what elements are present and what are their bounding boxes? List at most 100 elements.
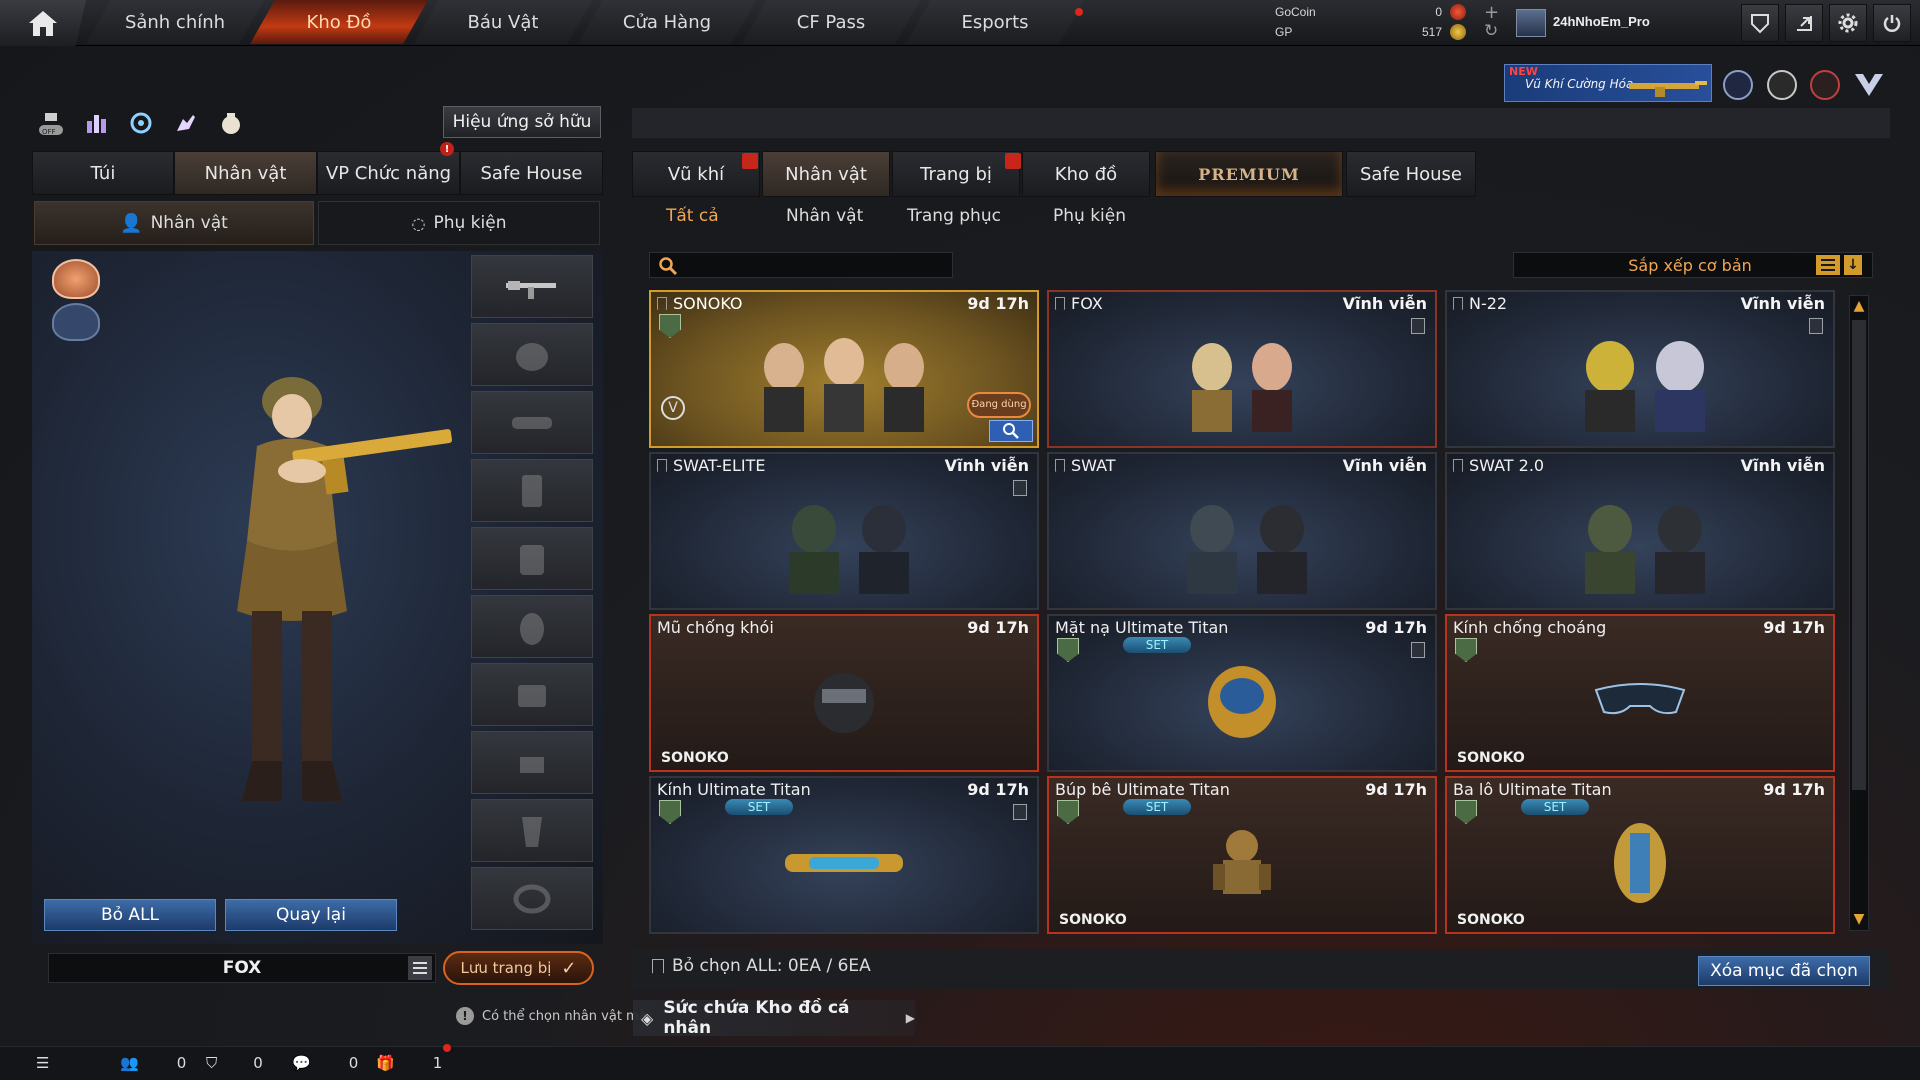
refresh-currency-icon[interactable]: ↻ <box>1484 21 1498 41</box>
promo-banner[interactable]: NEW Vũ Khí Cường Hóa <box>1504 64 1712 102</box>
preset-name-field[interactable]: FOX <box>48 953 436 983</box>
search-input[interactable] <box>649 252 953 278</box>
filter-character[interactable]: Nhân vật <box>786 206 863 234</box>
v-logo-icon[interactable] <box>1853 70 1885 100</box>
item-name: Kính chống choáng <box>1453 618 1607 637</box>
username[interactable]: 24hNhoEm_Pro <box>1553 14 1650 29</box>
delete-selected-button[interactable]: Xóa mục đã chọn <box>1698 956 1870 986</box>
secondary-class-icon[interactable] <box>52 303 100 341</box>
slot-ring[interactable] <box>471 867 593 930</box>
back-button[interactable]: Quay lại <box>225 899 397 931</box>
slot-helmet[interactable] <box>471 323 593 386</box>
event-icon-1[interactable] <box>1723 70 1753 100</box>
bag-button[interactable] <box>214 108 248 138</box>
item-card-flash-goggles[interactable]: Kính chống choáng 9d 17h SONOKO <box>1445 614 1835 772</box>
slot-vest[interactable] <box>471 459 593 522</box>
chat-counter[interactable]: 💬 0 <box>292 1050 358 1076</box>
character-pair-art <box>1585 340 1705 432</box>
slot-goggles[interactable] <box>471 391 593 454</box>
chat-icon: 💬 <box>292 1054 311 1072</box>
clear-all-button[interactable]: Bỏ ALL <box>44 899 216 931</box>
scroll-thumb[interactable] <box>1852 320 1866 790</box>
item-card-swat-2[interactable]: SWAT 2.0 Vĩnh viễn <box>1445 452 1835 610</box>
nav-tab-lobby[interactable]: Sảnh chính <box>86 0 264 44</box>
item-duration: 9d 17h <box>1365 618 1427 637</box>
right-tab-character[interactable]: Nhân vật <box>762 151 890 197</box>
helmet-icon <box>516 342 548 371</box>
slot-weapon[interactable] <box>471 255 593 318</box>
character-pair-art <box>1585 504 1705 594</box>
item-card-titan-doll[interactable]: Búp bê Ultimate Titan 9d 17h SET SONOKO <box>1047 776 1437 934</box>
subtab-character[interactable]: 👤 Nhân vật <box>34 201 314 245</box>
subtab-accessory[interactable]: ◌ Phụ kiện <box>318 201 600 245</box>
storage-capacity-button[interactable]: ◈ Sức chứa Kho đồ cá nhân ▶ <box>633 998 915 1038</box>
save-equipment-button[interactable]: Lưu trang bị ✓ <box>443 951 594 985</box>
item-card-fox[interactable]: FOX Vĩnh viễn <box>1047 290 1437 448</box>
stats-button[interactable] <box>80 108 114 138</box>
scroll-down-icon[interactable]: ▼ <box>1849 909 1869 929</box>
item-card-titan-backpack[interactable]: Ba lô Ultimate Titan 9d 17h SET SONOKO <box>1445 776 1835 934</box>
item-card-smoke-helmet[interactable]: Mũ chống khói 9d 17h SONOKO <box>649 614 1039 772</box>
accessory-icon: ◌ <box>411 213 426 233</box>
left-tab-character[interactable]: Nhân vật <box>174 151 317 195</box>
nav-tab-shop[interactable]: Cửa Hàng <box>578 0 756 44</box>
zoom-button[interactable] <box>989 420 1033 442</box>
nav-tab-cf-pass[interactable]: CF Pass <box>742 0 920 44</box>
clan-counter[interactable]: ⛉ 0 <box>206 1050 263 1076</box>
item-card-titan-mask[interactable]: Mặt nạ Ultimate Titan 9d 17h SET <box>1047 614 1437 772</box>
nav-tab-esports[interactable]: Esports <box>906 0 1084 44</box>
toggle-off-icon: OFF <box>39 113 63 136</box>
right-header-bar <box>632 108 1890 138</box>
globe-icon[interactable] <box>1767 70 1797 100</box>
gesture-button[interactable] <box>168 108 202 138</box>
right-tab-equipment[interactable]: Trang bị <box>892 151 1020 197</box>
filter-all[interactable]: Tất cả <box>666 206 719 234</box>
power-button[interactable] <box>1873 4 1911 42</box>
left-tab-safe-house[interactable]: Safe House <box>460 151 603 195</box>
gift-box-icon: 🎁 <box>376 1054 395 1072</box>
slot-armor[interactable] <box>471 527 593 590</box>
character-model <box>237 377 453 801</box>
exit-button[interactable] <box>1785 4 1823 42</box>
scroll-up-icon[interactable]: ▲ <box>1849 296 1869 316</box>
sort-direction-icon[interactable]: ↓ <box>1844 255 1862 275</box>
notification-dot <box>443 1044 451 1052</box>
item-card-titan-glasses[interactable]: Kính Ultimate Titan 9d 17h SET <box>649 776 1039 934</box>
home-button[interactable] <box>0 0 86 46</box>
left-tab-vp-function[interactable]: VP Chức năng <box>317 151 460 195</box>
exit-icon <box>1797 16 1812 31</box>
gift-count: 1 <box>432 1054 443 1072</box>
preset-menu-button[interactable] <box>408 956 432 980</box>
ownership-effects-button[interactable]: Hiệu ứng sở hữu <box>443 106 601 138</box>
slot-glove[interactable] <box>471 731 593 794</box>
slot-pouch[interactable] <box>471 663 593 726</box>
left-tab-bag[interactable]: Túi <box>32 151 174 195</box>
slot-holster[interactable] <box>471 799 593 862</box>
shield-badge-icon <box>1057 800 1079 824</box>
friends-counter[interactable]: 👥 0 <box>120 1050 186 1076</box>
effect-toggle-button[interactable]: OFF <box>34 108 68 138</box>
character-class-icon[interactable] <box>52 259 100 299</box>
filter-costume[interactable]: Trang phục <box>907 206 1001 234</box>
slot-backpack[interactable] <box>471 595 593 658</box>
item-card-swat-elite[interactable]: SWAT-ELITE Vĩnh viễn <box>649 452 1039 610</box>
add-currency-icon[interactable]: + <box>1484 2 1499 23</box>
sort-menu-button[interactable] <box>1816 255 1840 275</box>
deselect-all[interactable]: Bỏ chọn ALL: 0EA / 6EA <box>652 956 871 976</box>
item-card-sonoko[interactable]: SONOKO 9d 17h V Đang dùng <box>649 290 1039 448</box>
star-event-icon[interactable] <box>1810 70 1840 100</box>
item-card-n22[interactable]: N-22 Vĩnh viễn <box>1445 290 1835 448</box>
clan-button[interactable] <box>1741 4 1779 42</box>
right-tab-storage[interactable]: Kho đồ <box>1022 151 1150 197</box>
right-tab-premium[interactable]: PREMIUM <box>1155 151 1343 197</box>
menu-icon[interactable]: ☰ <box>36 1050 49 1076</box>
right-tab-weapon[interactable]: Vũ khí <box>632 151 760 197</box>
nav-tab-inventory[interactable]: Kho Đồ <box>250 0 428 44</box>
item-card-swat[interactable]: SWAT Vĩnh viễn <box>1047 452 1437 610</box>
right-tab-safe-house[interactable]: Safe House <box>1346 151 1476 197</box>
nav-tab-treasure[interactable]: Báu Vật <box>414 0 592 44</box>
gift-counter[interactable]: 🎁 1 <box>376 1050 442 1076</box>
settings-button[interactable] <box>1829 4 1867 42</box>
history-button[interactable] <box>124 108 158 138</box>
filter-accessory[interactable]: Phụ kiện <box>1053 206 1126 234</box>
